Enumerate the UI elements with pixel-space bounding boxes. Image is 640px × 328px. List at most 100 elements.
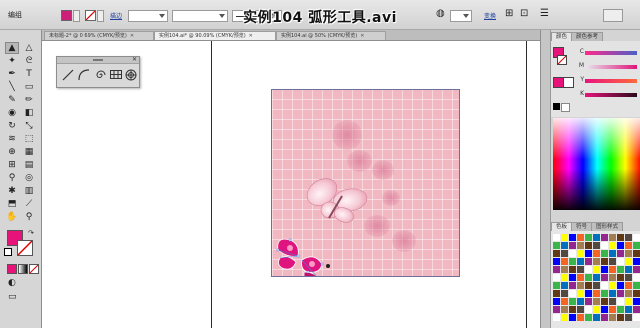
cyan-slider[interactable] (585, 51, 637, 55)
color-swatch[interactable] (633, 298, 640, 305)
rotate-tool[interactable]: ↻ (5, 120, 19, 132)
color-swatch[interactable] (601, 234, 608, 241)
slice-tool[interactable]: ⟋ (22, 198, 36, 210)
color-swatch[interactable] (561, 298, 568, 305)
rectangle-tool[interactable]: ▭ (22, 81, 36, 93)
panel-menu-icon[interactable]: ☰ (540, 8, 549, 19)
stroke-color-box[interactable] (17, 240, 33, 256)
color-swatch[interactable] (617, 306, 624, 313)
lasso-tool[interactable]: ᘓ (22, 55, 36, 67)
direct-selection-tool[interactable]: △ (22, 42, 36, 54)
color-swatch[interactable] (561, 234, 568, 241)
color-swatch[interactable] (625, 298, 632, 305)
color-swatch[interactable] (569, 250, 576, 257)
color-swatch[interactable] (569, 290, 576, 297)
color-swatch[interactable] (601, 274, 608, 281)
tab-swatches[interactable]: 色板 (551, 222, 573, 231)
color-swatch[interactable] (553, 250, 560, 257)
color-swatch[interactable] (569, 258, 576, 265)
color-swatch[interactable] (569, 274, 576, 281)
color-swatch[interactable] (585, 274, 592, 281)
draw-mode-icon[interactable]: ◐ (8, 278, 16, 288)
color-swatch[interactable] (609, 234, 616, 241)
color-swatch[interactable] (593, 298, 600, 305)
tab-graphic-styles[interactable]: 图形样式 (591, 222, 624, 231)
color-swatch[interactable] (569, 298, 576, 305)
color-swatch[interactable] (585, 306, 592, 313)
color-swatch[interactable] (633, 290, 640, 297)
color-swatch[interactable] (553, 282, 560, 289)
color-swatch[interactable] (553, 242, 560, 249)
color-swatch[interactable] (633, 242, 640, 249)
color-swatch[interactable] (617, 258, 624, 265)
close-icon[interactable]: ✕ (132, 56, 137, 63)
color-swatch[interactable] (617, 298, 624, 305)
color-swatch[interactable] (577, 298, 584, 305)
color-swatch[interactable] (609, 290, 616, 297)
color-swatch[interactable] (593, 242, 600, 249)
line-segment-tool[interactable] (61, 67, 75, 83)
color-swatch[interactable] (625, 258, 632, 265)
color-swatch[interactable] (633, 282, 640, 289)
tab-color[interactable]: 颜色 (551, 32, 573, 41)
color-swatch[interactable] (617, 242, 624, 249)
color-swatch[interactable] (617, 234, 624, 241)
color-swatch[interactable] (577, 242, 584, 249)
color-swatch[interactable] (601, 314, 608, 321)
color-swatch[interactable] (585, 258, 592, 265)
eyedropper-tool[interactable]: ⚲ (5, 172, 19, 184)
pencil-tool[interactable]: ✏ (22, 94, 36, 106)
butterfly-illustration[interactable] (302, 170, 372, 230)
panel-header[interactable]: ✕ (57, 56, 139, 64)
color-swatch[interactable] (593, 258, 600, 265)
color-swatch[interactable] (577, 250, 584, 257)
color-swatch[interactable] (609, 298, 616, 305)
color-swatch[interactable] (617, 290, 624, 297)
color-swatch[interactable] (577, 266, 584, 273)
color-swatch[interactable] (577, 234, 584, 241)
color-swatch[interactable] (633, 234, 640, 241)
color-swatch[interactable] (609, 306, 616, 313)
width-tool[interactable]: ≋ (5, 133, 19, 145)
color-swatch[interactable] (601, 282, 608, 289)
default-white-icon[interactable] (561, 103, 570, 112)
color-swatch[interactable] (625, 242, 632, 249)
artboard[interactable] (271, 89, 460, 277)
color-swatch[interactable] (625, 266, 632, 273)
color-swatch[interactable] (609, 282, 616, 289)
color-swatch[interactable] (609, 250, 616, 257)
color-swatch[interactable] (585, 250, 592, 257)
selected-butterfly-shape[interactable] (274, 232, 336, 277)
color-swatch[interactable] (625, 250, 632, 257)
color-swatch[interactable] (593, 282, 600, 289)
color-swatch[interactable] (585, 234, 592, 241)
rectangular-grid-tool[interactable] (109, 67, 123, 83)
color-swatch[interactable] (593, 306, 600, 313)
default-black-white-icon[interactable] (553, 103, 560, 110)
color-swatch[interactable] (593, 234, 600, 241)
color-swatch[interactable] (577, 274, 584, 281)
color-swatch[interactable] (553, 298, 560, 305)
gradient-tool[interactable]: ▤ (22, 159, 36, 171)
color-swatch[interactable] (553, 274, 560, 281)
color-swatch[interactable] (577, 282, 584, 289)
color-swatch[interactable] (633, 274, 640, 281)
color-swatch[interactable] (617, 274, 624, 281)
color-swatch[interactable] (553, 266, 560, 273)
default-colors-icon[interactable] (4, 248, 12, 256)
selection-tool[interactable]: ▲ (5, 42, 19, 54)
color-swatch[interactable] (625, 274, 632, 281)
color-swatch[interactable] (577, 290, 584, 297)
blob-brush-tool[interactable]: ◉ (5, 107, 19, 119)
color-swatch[interactable] (553, 258, 560, 265)
color-swatch[interactable] (625, 290, 632, 297)
polar-grid-tool[interactable] (124, 67, 138, 83)
color-swatch[interactable] (625, 314, 632, 321)
recolor-artwork-icon[interactable]: ◍ (436, 8, 445, 19)
color-swatch[interactable] (585, 290, 592, 297)
color-swatch[interactable] (569, 234, 576, 241)
color-swatch[interactable] (601, 306, 608, 313)
color-swatch[interactable] (553, 314, 560, 321)
color-swatch[interactable] (569, 282, 576, 289)
color-swatch[interactable] (609, 258, 616, 265)
